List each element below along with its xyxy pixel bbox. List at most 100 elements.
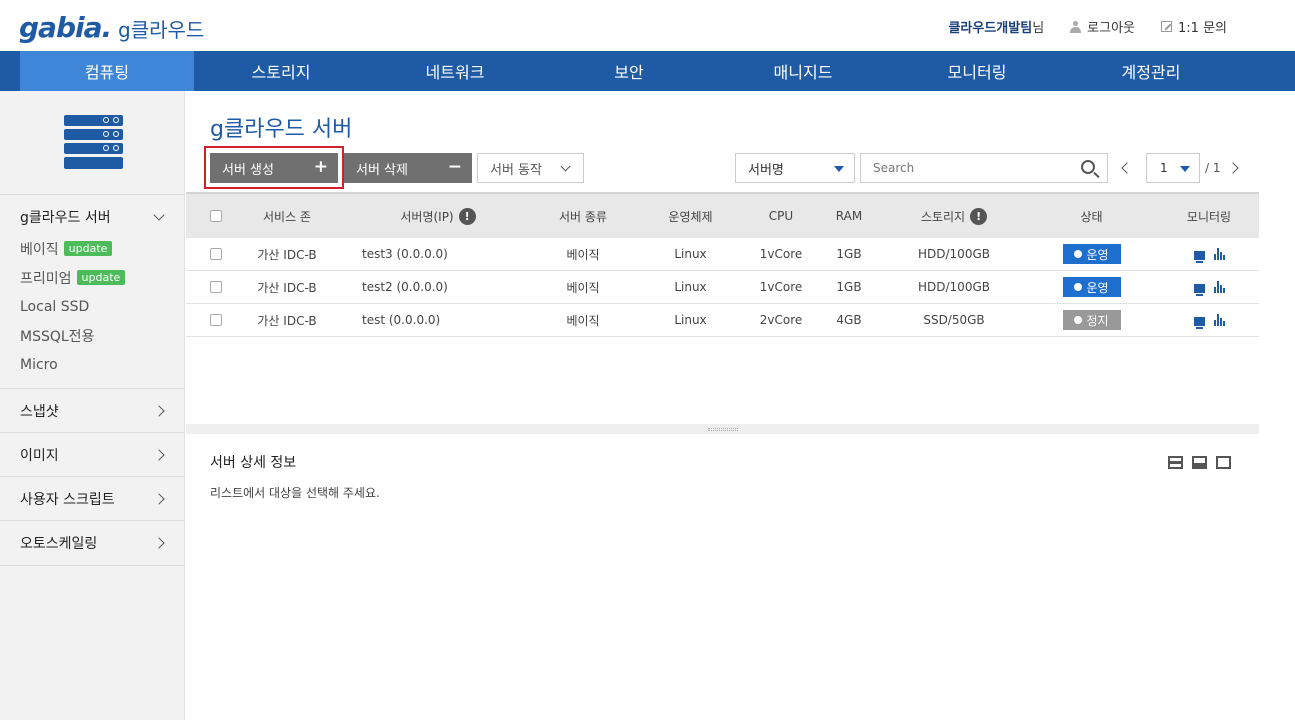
cell-storage: SSD/50GB [923, 313, 985, 327]
server-table: 서비스 존 서버명(IP)! 서버 종류 운영체제 CPU RAM 스토리지! … [186, 192, 1259, 337]
page-select[interactable]: 1 [1146, 153, 1200, 183]
cell-os: Linux [674, 247, 707, 261]
sidebar-item-premium[interactable]: 프리미엄 update [0, 263, 185, 292]
create-server-button[interactable]: 서버 생성 + [210, 153, 338, 183]
detail-title: 서버 상세 정보 [210, 455, 297, 471]
server-action-select[interactable]: 서버 동작 [477, 153, 584, 183]
sidebar-item-label: 오토스케일링 [20, 536, 98, 552]
sidebar: g클라우드 서버 베이직 update 프리미엄 update Local SS… [0, 91, 185, 720]
page-title: g클라우드 서버 [210, 117, 353, 142]
sidebar-item-micro[interactable]: Micro [0, 350, 185, 379]
server-action-label: 서버 동작 [490, 162, 542, 178]
monitoring-links [1193, 314, 1225, 329]
panel-layout-buttons [1168, 456, 1231, 469]
layout-maximize-icon[interactable] [1216, 456, 1231, 469]
tab-security[interactable]: 보안 [542, 51, 716, 91]
cell-ram: 4GB [836, 313, 862, 327]
cell-zone: 가산 IDC-B [257, 280, 317, 295]
cell-name: test2 (0.0.0.0) [362, 280, 448, 294]
gabia-logo[interactable]: gabia. [19, 11, 112, 44]
tab-network[interactable]: 네트워크 [368, 51, 542, 91]
sidebar-item-label: 스냅샷 [20, 404, 59, 420]
edit-icon [1161, 21, 1173, 32]
search-filter-select[interactable]: 서버명 [735, 153, 855, 183]
monitor-icon[interactable] [1193, 317, 1205, 329]
logout-link[interactable]: 로그아웃 [1070, 17, 1135, 36]
sidebar-item-image[interactable]: 이미지 [0, 432, 185, 477]
plus-icon: + [313, 157, 328, 177]
prev-page-icon[interactable] [1121, 162, 1133, 174]
table-row[interactable]: 가산 IDC-B test (0.0.0.0) 베이직 Linux 2vCore… [186, 304, 1259, 337]
sidebar-item-label: 베이직 [20, 241, 59, 258]
delete-server-label: 서버 삭제 [356, 162, 408, 178]
col-monitoring: 모니터링 [1186, 209, 1232, 224]
table-row[interactable]: 가산 IDC-B test2 (0.0.0.0) 베이직 Linux 1vCor… [186, 271, 1259, 304]
server-stack-icon [64, 115, 123, 169]
col-name-label: 서버명(IP) [400, 209, 454, 224]
inquiry-link[interactable]: 1:1 문의 [1161, 17, 1227, 36]
layout-minimize-icon[interactable] [1168, 456, 1183, 469]
sidebar-item-autoscaling[interactable]: 오토스케일링 [0, 520, 185, 566]
layout-split-icon[interactable] [1192, 456, 1207, 469]
sidebar-item-label: 프리미엄 [20, 270, 72, 287]
row-checkbox[interactable] [210, 248, 222, 260]
toolbar: 서버 생성 + 서버 삭제 − 서버 동작 서버명 Search 1 / 1 [186, 153, 1259, 183]
product-name: g클라우드 [118, 18, 205, 42]
bar-chart-icon[interactable] [1213, 248, 1225, 260]
sidebar-item-local-ssd[interactable]: Local SSD [0, 292, 185, 321]
cell-zone: 가산 IDC-B [257, 313, 317, 328]
server-detail-panel: 서버 상세 정보 리스트에서 대상을 선택해 주세요. [186, 434, 1259, 720]
status-label: 운영 [1086, 280, 1109, 295]
caret-down-icon [1180, 166, 1190, 172]
delete-server-button[interactable]: 서버 삭제 − [344, 153, 472, 183]
caret-down-icon [834, 166, 844, 172]
bar-chart-icon[interactable] [1213, 281, 1225, 293]
cell-type: 베이직 [566, 280, 600, 295]
tab-monitoring[interactable]: 모니터링 [890, 51, 1064, 91]
minus-icon: − [447, 157, 462, 177]
page-total: / 1 [1205, 161, 1221, 175]
select-all-checkbox[interactable] [210, 210, 222, 222]
status-label: 운영 [1086, 247, 1109, 262]
next-page-icon[interactable] [1227, 162, 1239, 174]
sidebar-item-label: g클라우드 서버 [20, 210, 111, 226]
tab-computing[interactable]: 컴퓨팅 [20, 51, 194, 91]
monitor-icon[interactable] [1193, 251, 1205, 263]
table-header: 서비스 존 서버명(IP)! 서버 종류 운영체제 CPU RAM 스토리지! … [186, 192, 1259, 238]
sidebar-item-basic[interactable]: 베이직 update [0, 234, 185, 263]
col-ram: RAM [835, 209, 863, 223]
chevron-down-icon [560, 161, 571, 172]
col-type: 서버 종류 [559, 209, 607, 224]
info-icon[interactable]: ! [970, 207, 988, 225]
page-current: 1 [1160, 161, 1168, 175]
person-icon [1070, 20, 1082, 33]
user-bar: 클라우드개발팀님 로그아웃 1:1 문의 [948, 17, 1227, 36]
row-checkbox[interactable] [210, 281, 222, 293]
chevron-down-icon [153, 209, 165, 221]
search-icon[interactable] [1081, 160, 1095, 174]
tab-storage[interactable]: 스토리지 [194, 51, 368, 91]
monitoring-links [1193, 281, 1225, 296]
info-icon[interactable]: ! [458, 207, 476, 225]
main-content: g클라우드 서버 서버 생성 + 서버 삭제 − 서버 동작 서버명 Searc… [186, 91, 1259, 720]
table-row[interactable]: 가산 IDC-B test3 (0.0.0.0) 베이직 Linux 1vCor… [186, 238, 1259, 271]
chevron-right-icon [153, 537, 165, 549]
user-name: 클라우드개발팀님 [948, 21, 1045, 36]
sidebar-item-server[interactable]: g클라우드 서버 [0, 195, 185, 239]
row-checkbox[interactable] [210, 314, 222, 326]
search-input[interactable]: Search [860, 153, 1108, 183]
sidebar-item-user-script[interactable]: 사용자 스크립트 [0, 476, 185, 521]
tab-account[interactable]: 계정관리 [1064, 51, 1238, 91]
sidebar-item-snapshot[interactable]: 스냅샷 [0, 388, 185, 433]
col-cpu: CPU [768, 209, 794, 223]
bar-chart-icon[interactable] [1213, 314, 1225, 326]
cell-storage: HDD/100GB [918, 280, 990, 294]
monitor-icon[interactable] [1193, 284, 1205, 296]
panel-resize-handle[interactable] [186, 424, 1259, 434]
sidebar-item-mssql[interactable]: MSSQL전용 [0, 321, 185, 350]
cell-ram: 1GB [836, 247, 862, 261]
detail-message: 리스트에서 대상을 선택해 주세요. [210, 486, 380, 500]
inquiry-label: 1:1 문의 [1178, 21, 1227, 36]
create-server-label: 서버 생성 [222, 162, 274, 178]
tab-managed[interactable]: 매니지드 [716, 51, 890, 91]
